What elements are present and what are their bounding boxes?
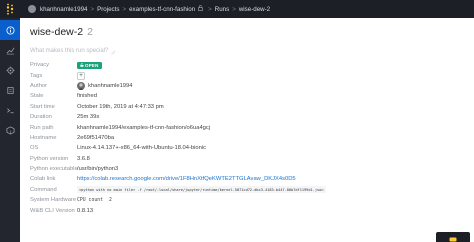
field-row-run-path: Run path khanhnamle1994/examples-tf-cnn-…: [30, 122, 466, 132]
breadcrumb-separator: >: [208, 5, 212, 13]
run-notes-placeholder[interactable]: What makes this run special?: [30, 48, 108, 54]
privacy-badge[interactable]: OPEN: [77, 61, 102, 69]
field-label: Duration: [30, 114, 52, 121]
run-header: wise-dew-2 2: [30, 20, 466, 42]
field-label: Start time: [30, 103, 55, 110]
field-value: khanhnamle1994/examples-tf-cnn-fashion/o…: [77, 124, 211, 131]
pencil-icon[interactable]: [111, 42, 116, 60]
field-value: October 19th, 2019 at 4:47:33 pm: [77, 103, 164, 110]
run-number: 2: [87, 26, 93, 38]
field-row-author: Author khanhnamle1994: [30, 81, 466, 91]
sidebar: [0, 18, 20, 242]
sidebar-item-overview[interactable]: [0, 20, 20, 40]
cpu-icon: [5, 65, 15, 75]
field-row-colab-link: Colab link https://colab.research.google…: [30, 174, 466, 184]
chart-icon: [6, 46, 15, 55]
field-value: OPEN: [77, 61, 102, 69]
field-label: Author: [30, 82, 48, 89]
field-value: 3.6.8: [77, 155, 90, 162]
terminal-icon: [6, 106, 15, 115]
info-icon: [5, 25, 15, 35]
field-label: System Hardware: [30, 197, 77, 204]
field-label: Python version: [30, 155, 69, 162]
run-notes[interactable]: What makes this run special?: [30, 44, 466, 58]
field-label: Run path: [30, 124, 54, 131]
breadcrumb-separator: >: [122, 5, 127, 13]
field-value: 25m 39s: [77, 114, 100, 121]
breadcrumb-project[interactable]: examples-tf-cnn-fashion: [129, 6, 195, 13]
add-tag-button[interactable]: +: [77, 71, 85, 80]
field-label: Tags: [30, 72, 43, 79]
sidebar-item-logs[interactable]: [0, 100, 20, 120]
run-overview: wise-dew-2 2 What makes this run special…: [30, 20, 466, 242]
field-label: OS: [30, 145, 39, 152]
run-info-table: Privacy OPEN Tags + Author khanhnamle199…: [30, 60, 466, 216]
field-row-state: State finished: [30, 91, 466, 101]
artifacts-icon: [5, 125, 15, 135]
field-label: Python executable: [30, 166, 78, 173]
wandb-logo-icon[interactable]: [0, 0, 20, 18]
user-avatar-icon: [28, 5, 36, 13]
field-row-python-executable: Python executable /usr/bin/python3: [30, 164, 466, 174]
chat-icon: [449, 230, 457, 242]
files-icon: [6, 86, 15, 95]
field-row-python-version: Python version 3.6.8: [30, 154, 466, 164]
chat-button[interactable]: [436, 232, 470, 242]
field-value: +: [77, 71, 85, 80]
field-row-start-time: Start time October 19th, 2019 at 4:47:33…: [30, 102, 466, 112]
field-label: Hostname: [30, 134, 57, 141]
lock-open-icon: [80, 63, 84, 67]
top-bar: khanhnamle1994 > Projects > examples-tf-…: [0, 0, 474, 18]
field-value: finished: [77, 93, 97, 100]
author-link[interactable]: khanhnamle1994: [88, 83, 132, 89]
hardware-value: 2: [109, 197, 112, 203]
field-value: Linux-4.14.137+-x86_64-with-Ubuntu-18.04…: [77, 145, 207, 152]
breadcrumb-separator: >: [232, 5, 236, 13]
command-value: <python with no main file> -f /root/.loc…: [77, 186, 326, 194]
field-row-hostname: Hostname 2e69f51470ba: [30, 133, 466, 143]
field-label: State: [30, 93, 44, 100]
breadcrumb-runs[interactable]: Runs: [215, 6, 229, 13]
privacy-badge-label: OPEN: [85, 62, 99, 68]
field-label: Colab link: [30, 176, 56, 183]
field-row-tags: Tags +: [30, 70, 466, 80]
field-label: Command: [30, 186, 57, 193]
sidebar-item-system[interactable]: [0, 60, 20, 80]
breadcrumb-user[interactable]: khanhnamle1994: [40, 6, 87, 13]
sidebar-item-charts[interactable]: [0, 40, 20, 60]
field-row-duration: Duration 25m 39s: [30, 112, 466, 122]
colab-link[interactable]: https://colab.research.google.com/drive/…: [77, 176, 296, 182]
field-label: Privacy: [30, 62, 50, 69]
avatar: [77, 81, 85, 90]
run-title[interactable]: wise-dew-2: [30, 26, 83, 38]
sidebar-item-artifacts[interactable]: [0, 120, 20, 140]
field-value: 2e69f51470ba: [77, 134, 115, 141]
field-row-system-hardware: System Hardware CPU count 2: [30, 195, 466, 205]
field-value: /usr/bin/python3: [77, 166, 119, 173]
field-label: W&B CLI Version: [30, 207, 75, 214]
field-row-os: OS Linux-4.14.137+-x86_64-with-Ubuntu-18…: [30, 143, 466, 153]
field-value: khanhnamle1994: [77, 81, 132, 90]
breadcrumb: khanhnamle1994 > Projects > examples-tf-…: [28, 5, 270, 13]
sidebar-item-files[interactable]: [0, 80, 20, 100]
field-value: 0.8.13: [77, 207, 94, 214]
breadcrumb-projects[interactable]: Projects: [97, 6, 119, 13]
breadcrumb-run[interactable]: wise-dew-2: [239, 6, 270, 13]
breadcrumb-separator: >: [90, 5, 95, 13]
lock-open-icon: [198, 5, 203, 13]
hardware-key: CPU count: [77, 197, 103, 203]
field-row-privacy: Privacy OPEN: [30, 60, 466, 70]
field-value: CPU count 2: [77, 198, 112, 203]
field-row-command: Command <python with no main file> -f /r…: [30, 185, 466, 195]
field-row-wandb-version: W&B CLI Version 0.8.13: [30, 205, 466, 215]
